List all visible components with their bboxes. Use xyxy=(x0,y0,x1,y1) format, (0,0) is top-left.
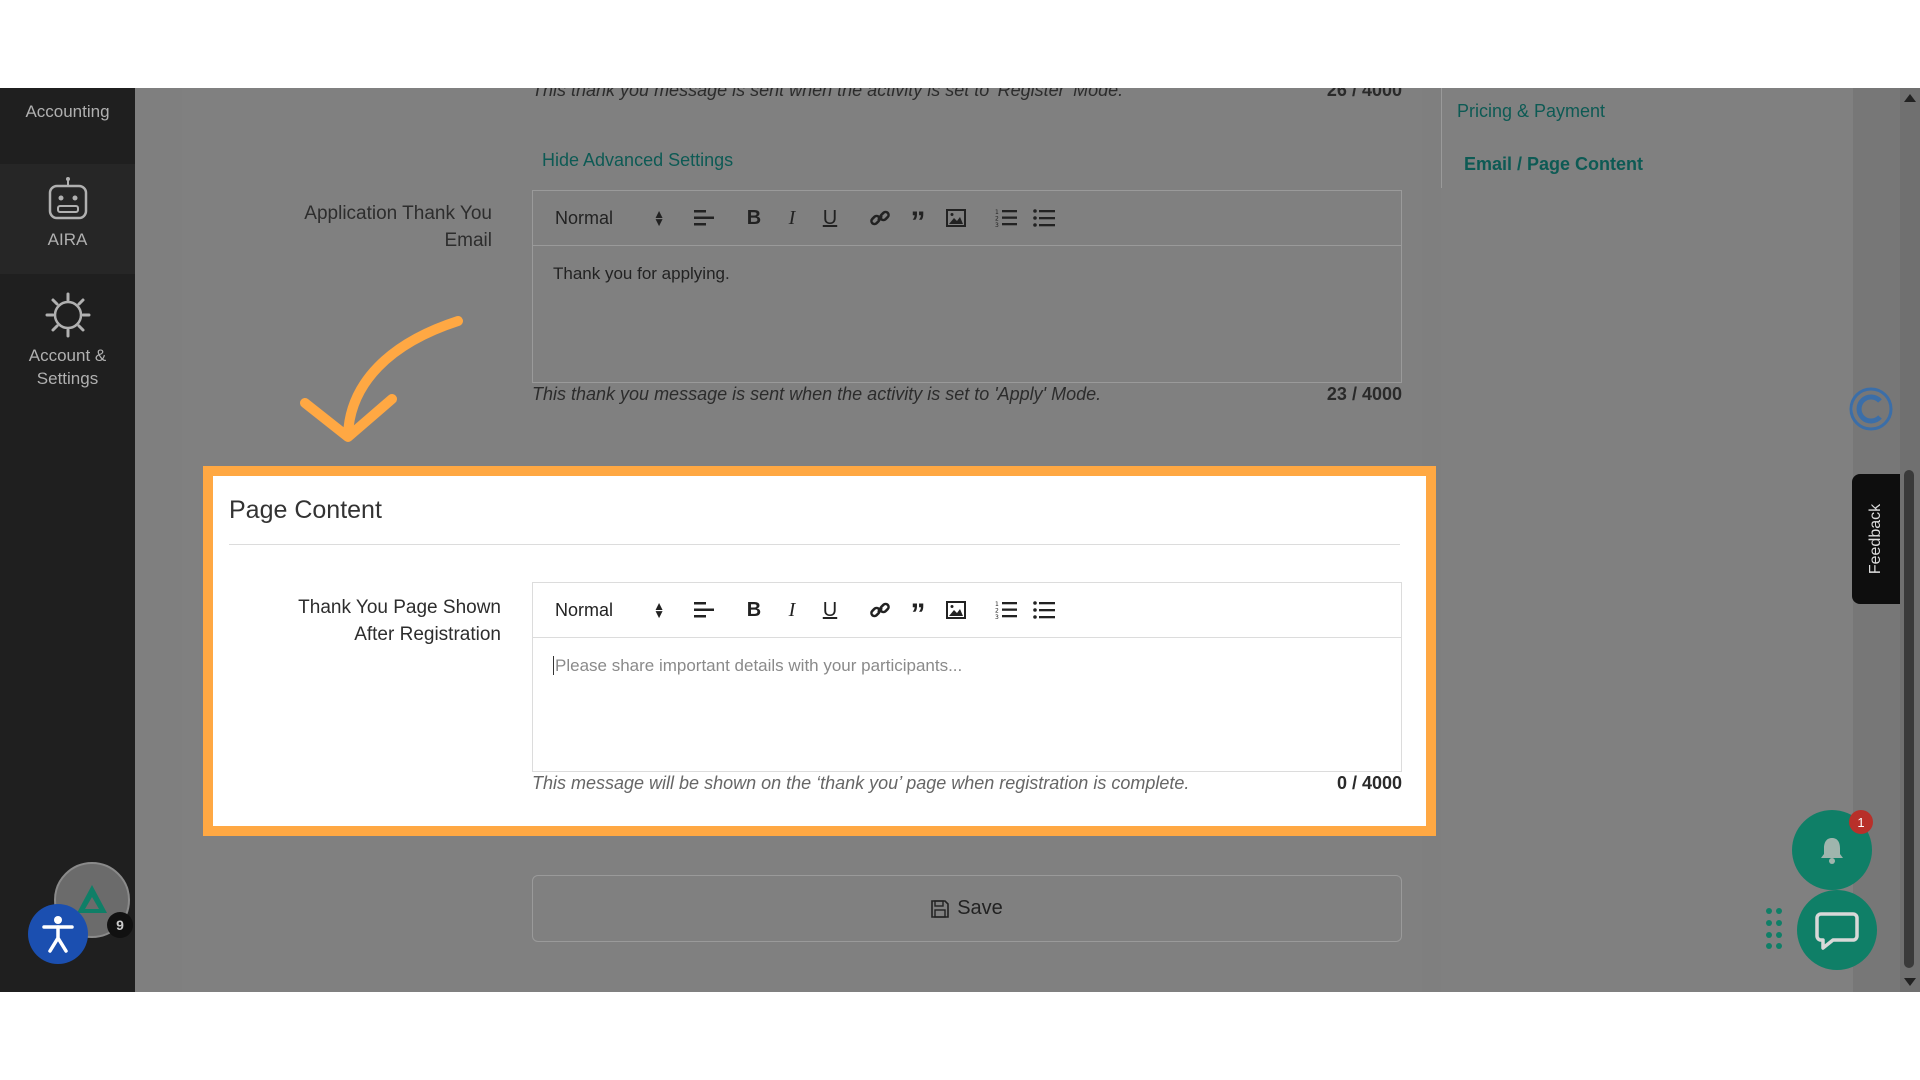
bullet-list-button[interactable] xyxy=(1025,595,1063,625)
register-char-count: 26 / 4000 xyxy=(1326,88,1402,100)
italic-button[interactable]: I xyxy=(773,595,811,625)
save-button[interactable]: Save xyxy=(532,875,1402,942)
sidebar-item-accounting[interactable]: Accounting xyxy=(0,88,135,130)
bullet-list-icon xyxy=(1033,209,1055,227)
apps-grid-icon[interactable] xyxy=(1766,908,1782,952)
logo-icon xyxy=(77,885,107,913)
arrow-annotation-icon xyxy=(300,316,463,442)
quote-button[interactable]: ” xyxy=(899,203,937,239)
notification-count-badge: 1 xyxy=(1849,810,1873,834)
ordered-list-button[interactable]: 123 xyxy=(987,595,1025,625)
application-email-editor: Normal ▲ ▼ B I U ” 123 Thank you for appl… xyxy=(532,190,1402,383)
thank-you-page-editor: Normal ▲ ▼ B I U ” 123 Please share impor… xyxy=(532,582,1402,772)
application-email-char-count: 23 / 4000 xyxy=(1326,384,1402,404)
image-button[interactable] xyxy=(937,203,975,233)
svg-text:3: 3 xyxy=(995,614,999,620)
sidebar-item-account-settings[interactable]: Account & Settings xyxy=(0,284,135,394)
quote-icon: ” xyxy=(910,206,926,239)
thank-you-page-input[interactable]: Please share important details with your… xyxy=(533,638,1401,694)
bold-button[interactable]: B xyxy=(735,203,773,233)
sidebar-item-label: AIRA xyxy=(47,230,88,249)
image-icon xyxy=(946,601,966,619)
avatar-badge: 9 xyxy=(107,912,133,938)
sidebar-item-label: Accounting xyxy=(25,102,110,121)
link-button[interactable] xyxy=(861,203,899,233)
divider xyxy=(229,544,1400,545)
bold-icon: B xyxy=(746,598,762,621)
bullet-list-icon xyxy=(1033,601,1055,619)
accessibility-icon xyxy=(42,916,74,953)
sidebar-item-label-line2: Settings xyxy=(36,369,99,388)
page-content-title: Page Content xyxy=(229,496,382,524)
thank-you-page-char-count: 0 / 4000 xyxy=(1336,773,1402,793)
align-button[interactable] xyxy=(685,203,723,233)
divider xyxy=(1441,88,1442,188)
sort-arrows-icon: ▲ ▼ xyxy=(653,207,665,229)
sidebar-item-label: Account & xyxy=(28,346,107,365)
text-style-select[interactable]: Normal ▲ ▼ xyxy=(555,600,665,621)
chat-bubble-icon xyxy=(1815,912,1859,950)
bullet-list-button[interactable] xyxy=(1025,203,1063,233)
image-icon xyxy=(946,209,966,227)
application-email-label: Application Thank You Email xyxy=(304,203,492,251)
text-style-select[interactable]: Normal ▲ ▼ xyxy=(555,208,665,229)
gear-icon xyxy=(45,292,90,338)
quote-icon: ” xyxy=(910,598,926,631)
ordered-list-icon: 123 xyxy=(995,601,1017,620)
editor-toolbar: Normal ▲ ▼ B I U ” 123 xyxy=(533,191,1401,246)
sidebar-item-aira[interactable]: AIRA xyxy=(0,164,135,274)
robot-icon xyxy=(48,177,87,220)
scrollbar-thumb[interactable] xyxy=(1904,470,1914,968)
sidebar: Accounting AIRA Account & Settings 9 xyxy=(0,88,135,992)
scroll-up-icon[interactable] xyxy=(1900,90,1920,106)
underline-button[interactable]: U xyxy=(811,595,849,625)
italic-icon: I xyxy=(788,206,796,229)
underline-icon: U xyxy=(822,598,838,621)
sort-arrows-icon: ▲ ▼ xyxy=(653,599,665,621)
scroll-down-icon[interactable] xyxy=(1900,974,1920,990)
floppy-disk-icon xyxy=(931,899,950,918)
bold-icon: B xyxy=(746,206,762,229)
app-stage: Accounting AIRA Account & Settings 9 Thi… xyxy=(0,88,1920,992)
link-icon xyxy=(870,602,890,618)
accessibility-button[interactable] xyxy=(28,904,88,964)
thank-you-page-placeholder: Please share important details with your… xyxy=(553,656,963,675)
underline-button[interactable]: U xyxy=(811,203,849,233)
bell-icon xyxy=(1821,838,1843,864)
page-content-panel: Page Content Thank You Page Shown After … xyxy=(203,466,1436,836)
bold-button[interactable]: B xyxy=(735,595,773,625)
application-email-body[interactable]: Thank you for applying. xyxy=(533,246,1401,302)
chat-button[interactable] xyxy=(1797,890,1877,970)
editor-toolbar: Normal ▲ ▼ B I U ” 123 xyxy=(533,583,1401,638)
ordered-list-button[interactable]: 123 xyxy=(987,203,1025,233)
feedback-tab[interactable]: Feedback xyxy=(1852,474,1900,604)
image-button[interactable] xyxy=(937,595,975,625)
save-label: Save xyxy=(957,897,1003,919)
quote-button[interactable]: ” xyxy=(899,595,937,631)
link-button[interactable] xyxy=(861,595,899,625)
thank-you-page-hint: This message will be shown on the ‘thank… xyxy=(532,773,1190,793)
application-email-hint: This thank you message is sent when the … xyxy=(532,384,1102,404)
underline-icon: U xyxy=(822,206,838,229)
align-left-icon xyxy=(694,210,714,226)
italic-icon: I xyxy=(788,598,796,621)
svg-text:3: 3 xyxy=(995,222,999,228)
grammar-assistant-icon[interactable] xyxy=(1848,386,1894,432)
hide-advanced-settings-link[interactable]: Hide Advanced Settings xyxy=(542,150,733,171)
align-left-icon xyxy=(694,602,714,618)
link-icon xyxy=(870,210,890,226)
nav-item-pricing-payment[interactable]: Pricing & Payment xyxy=(1457,101,1605,122)
italic-button[interactable]: I xyxy=(773,203,811,233)
thank-you-page-label: Thank You Page Shown After Registration xyxy=(298,597,501,645)
align-button[interactable] xyxy=(685,595,723,625)
feedback-label: Feedback xyxy=(1867,503,1885,575)
right-section-nav xyxy=(1441,88,1853,992)
nav-item-email-page-content[interactable]: Email / Page Content xyxy=(1464,154,1643,175)
register-hint: This thank you message is sent when the … xyxy=(532,88,1124,100)
ordered-list-icon: 123 xyxy=(995,209,1017,228)
